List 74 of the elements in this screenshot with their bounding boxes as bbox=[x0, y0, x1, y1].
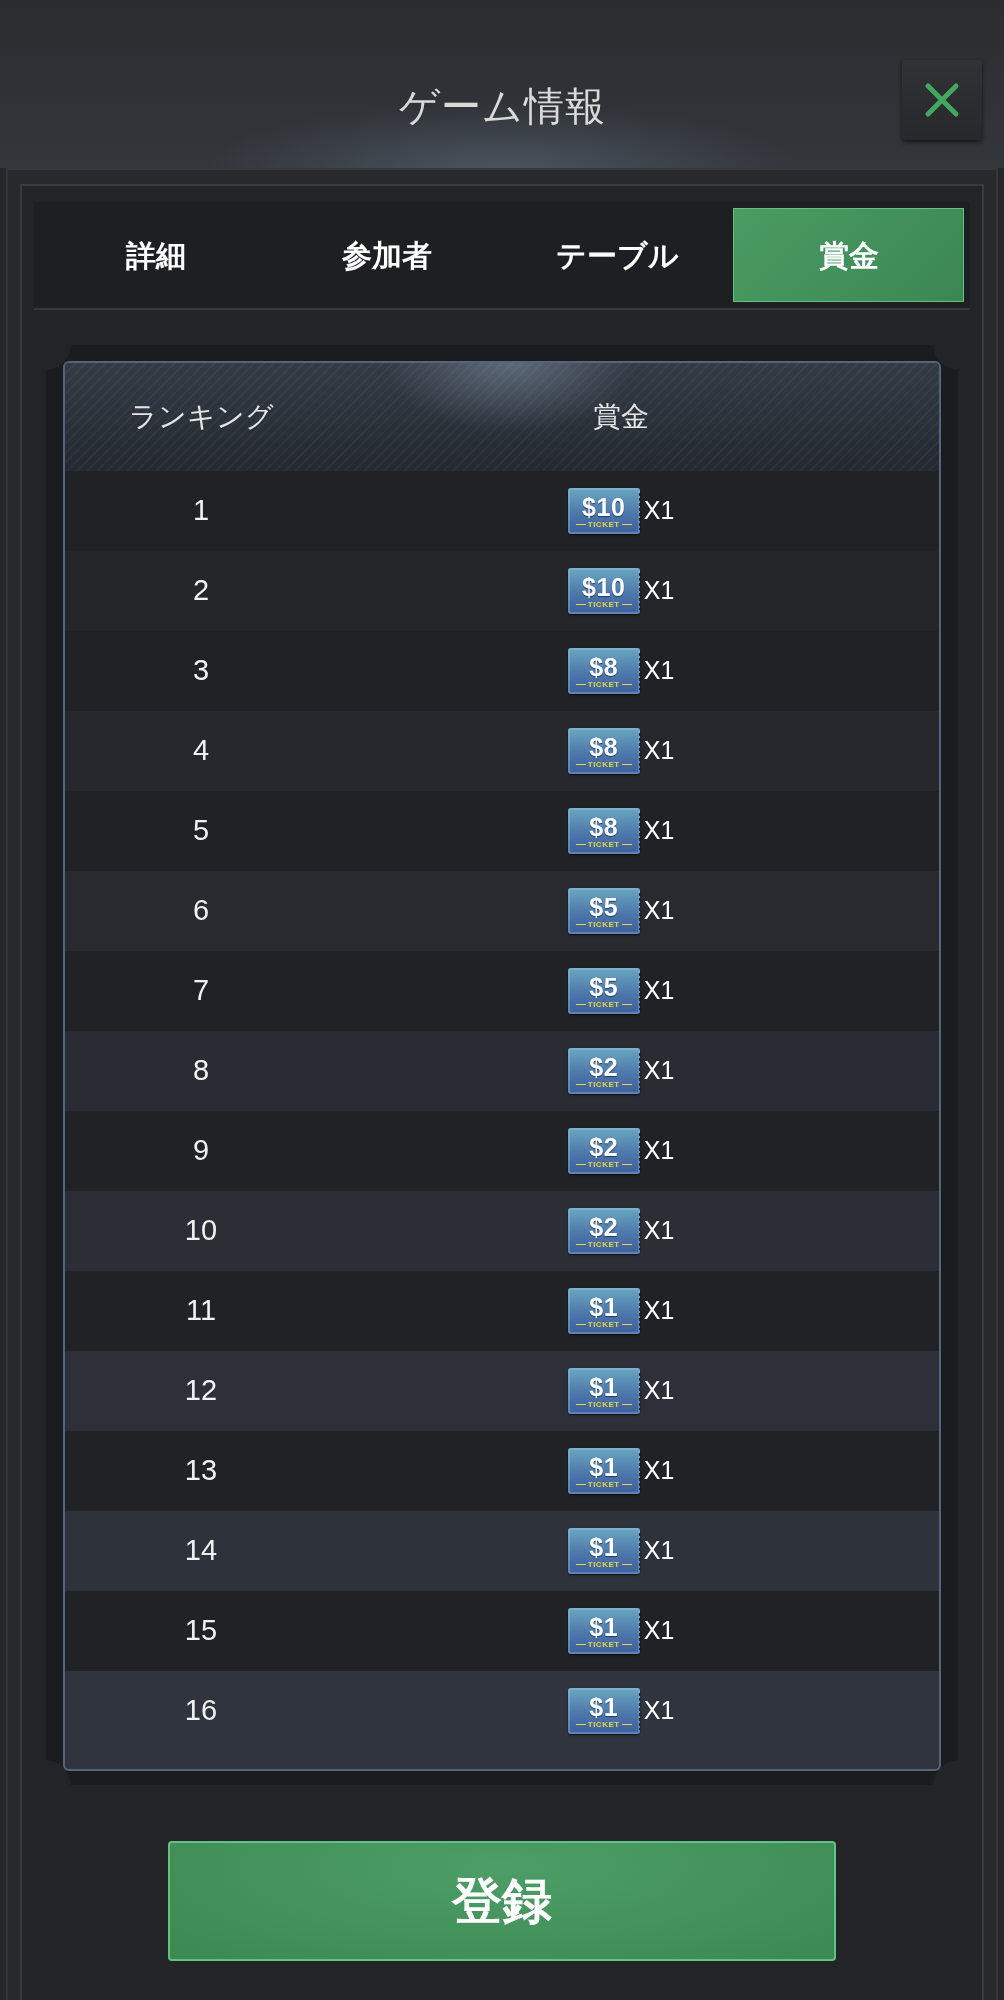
rank-number: 12 bbox=[184, 1373, 218, 1409]
ticket-label: TICKET bbox=[575, 839, 632, 849]
prize-quantity: X1 bbox=[643, 495, 675, 527]
ticket-amount: $10 bbox=[582, 573, 626, 600]
ticket-label: TICKET bbox=[575, 1559, 632, 1569]
ticket-label: TICKET bbox=[575, 1079, 632, 1089]
rank-number: 5 bbox=[192, 813, 210, 849]
ticket-label: TICKET bbox=[575, 1319, 632, 1329]
ticket-amount: $8 bbox=[589, 653, 619, 680]
prize-quantity: X1 bbox=[643, 1135, 675, 1167]
ticket-amount: $1 bbox=[589, 1373, 619, 1400]
ticket-label: TICKET bbox=[575, 1159, 632, 1169]
ticket-label: TICKET bbox=[575, 599, 632, 609]
rank-number: 3 bbox=[192, 653, 210, 689]
prize-quantity: X1 bbox=[643, 975, 675, 1007]
ticket-amount: $1 bbox=[589, 1693, 619, 1720]
prize-quantity: X1 bbox=[643, 1535, 675, 1567]
prize-quantity: X1 bbox=[643, 735, 675, 767]
prize-quantity: X1 bbox=[643, 1375, 675, 1407]
ticket-amount: $2 bbox=[589, 1213, 619, 1240]
close-button[interactable] bbox=[902, 60, 982, 140]
ticket-label: TICKET bbox=[575, 919, 632, 929]
rank-number: 2 bbox=[192, 573, 210, 609]
tab[interactable]: 参加者 bbox=[271, 208, 502, 302]
close-icon bbox=[924, 82, 960, 118]
ticket-amount: $8 bbox=[589, 733, 619, 760]
ticket-amount: $5 bbox=[589, 973, 619, 1000]
ticket-amount: $2 bbox=[589, 1053, 619, 1080]
ticket-label: TICKET bbox=[575, 1479, 632, 1489]
ticket-amount: $1 bbox=[589, 1613, 619, 1640]
ticket-amount: $1 bbox=[589, 1533, 619, 1560]
rank-number: 4 bbox=[192, 733, 210, 769]
column-header: 賞金 bbox=[592, 400, 650, 434]
prize-quantity: X1 bbox=[643, 815, 675, 847]
ticket-amount: $1 bbox=[589, 1453, 619, 1480]
prize-quantity: X1 bbox=[643, 1055, 675, 1087]
ticket-amount: $2 bbox=[589, 1133, 619, 1160]
prize-quantity: X1 bbox=[643, 1695, 675, 1727]
prize-quantity: X1 bbox=[643, 1215, 675, 1247]
ticket-label: TICKET bbox=[575, 1719, 632, 1729]
prize-quantity: X1 bbox=[643, 1615, 675, 1647]
tab[interactable]: 詳細 bbox=[40, 208, 271, 302]
ticket-label: TICKET bbox=[575, 1399, 632, 1409]
register-button[interactable]: 登録 bbox=[168, 1841, 836, 1961]
window-title: ゲーム情報 bbox=[398, 83, 606, 130]
column-header: ランキング bbox=[127, 400, 275, 434]
prize-quantity: X1 bbox=[643, 655, 675, 687]
rank-number: 8 bbox=[192, 1053, 210, 1089]
tab[interactable]: 賞金 bbox=[733, 208, 964, 302]
rank-number: 14 bbox=[184, 1533, 218, 1569]
ticket-label: TICKET bbox=[575, 519, 632, 529]
rank-number: 11 bbox=[185, 1293, 217, 1329]
ticket-amount: $8 bbox=[589, 813, 619, 840]
rank-number: 13 bbox=[184, 1453, 218, 1489]
rank-number: 1 bbox=[192, 493, 210, 529]
ticket-amount: $10 bbox=[582, 493, 626, 520]
ticket-amount: $5 bbox=[589, 893, 619, 920]
rank-number: 16 bbox=[184, 1693, 218, 1729]
tab[interactable]: テーブル bbox=[502, 208, 733, 302]
prize-quantity: X1 bbox=[643, 895, 675, 927]
rank-number: 10 bbox=[184, 1213, 218, 1249]
prize-quantity: X1 bbox=[643, 575, 675, 607]
rank-number: 7 bbox=[192, 973, 210, 1009]
ticket-label: TICKET bbox=[575, 679, 632, 689]
ticket-label: TICKET bbox=[575, 1239, 632, 1249]
ticket-label: TICKET bbox=[575, 999, 632, 1009]
rank-number: 9 bbox=[192, 1133, 210, 1169]
rank-number: 15 bbox=[184, 1613, 218, 1649]
ticket-amount: $1 bbox=[589, 1293, 619, 1320]
prize-quantity: X1 bbox=[643, 1295, 675, 1327]
prize-quantity: X1 bbox=[643, 1455, 675, 1487]
ticket-label: TICKET bbox=[575, 1639, 632, 1649]
rank-number: 6 bbox=[192, 893, 210, 929]
ticket-label: TICKET bbox=[575, 759, 632, 769]
